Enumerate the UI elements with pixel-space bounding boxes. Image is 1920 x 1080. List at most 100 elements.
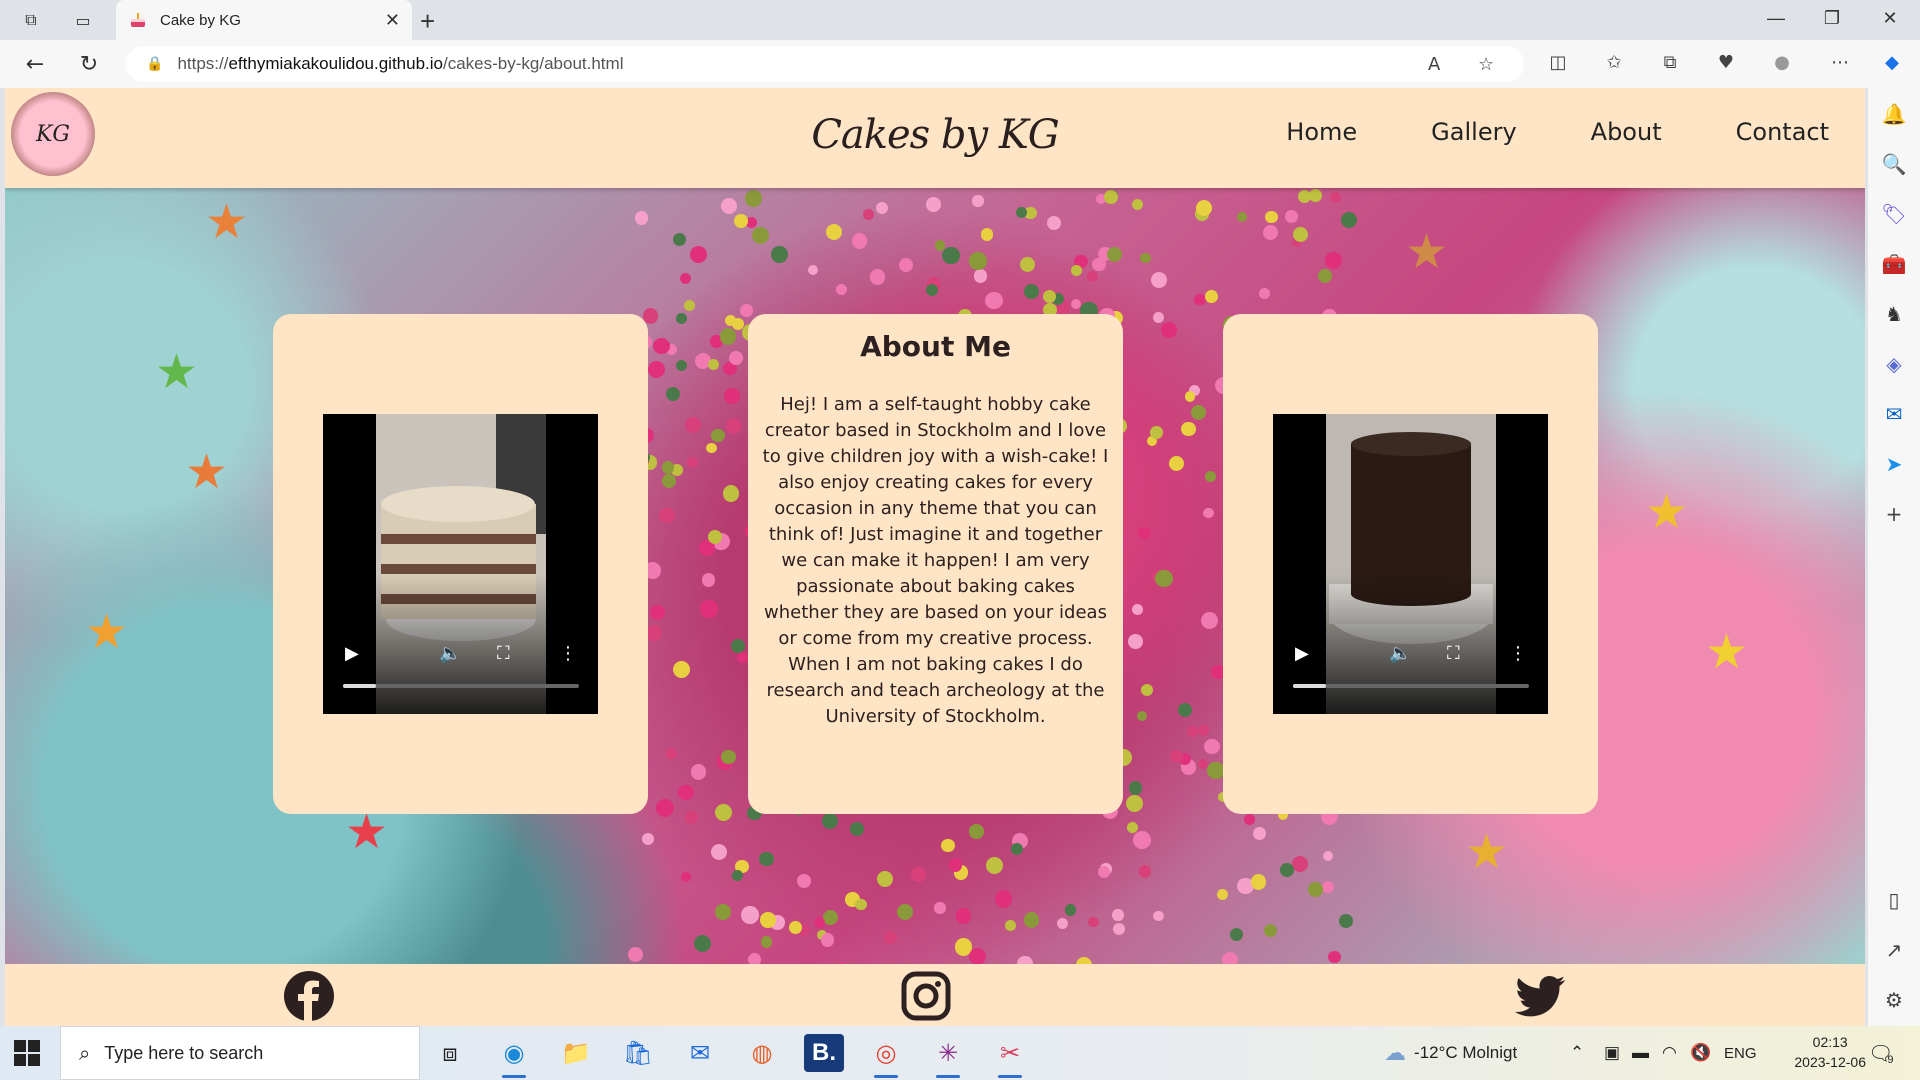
play-icon[interactable]: ▶ [345,643,359,664]
weather-widget[interactable]: ☁ -12°C Molnigt [1384,1026,1517,1080]
mail-icon[interactable]: ✉ [680,1034,720,1072]
firefox-icon[interactable]: ◍ [742,1034,782,1072]
split-screen-icon[interactable]: ◫ [1544,52,1572,78]
tray-device-icon[interactable]: ▣ [1604,1026,1620,1080]
taskbar-search[interactable]: ⌕ Type here to search [60,1026,420,1080]
mute-icon[interactable]: 🔈 [439,643,461,664]
sprinkle-dot [725,418,742,434]
sprinkle-dot [1204,470,1217,483]
address-bar[interactable]: 🔒 https://efthymiakakoulidou.github.io/c… [126,46,1524,82]
hide-sidebar-icon[interactable]: ▯ [1880,888,1908,916]
add-sidebar-app-icon[interactable]: + [1880,502,1908,530]
site-footer [5,964,1865,1026]
sprinkle-dot [746,217,758,228]
nav-gallery[interactable]: Gallery [1431,118,1516,146]
nav-home[interactable]: Home [1286,118,1357,146]
site-nav: Home Gallery About Contact [1286,118,1829,146]
snipping-tool-icon[interactable]: ✂ [990,1034,1030,1078]
tab-close-icon[interactable]: ✕ [385,10,400,31]
nav-contact[interactable]: Contact [1736,118,1829,146]
refresh-icon[interactable]: ↻ [74,50,104,78]
slack-icon[interactable]: ✳ [928,1034,968,1078]
settings-more-icon[interactable]: ⋯ [1826,52,1854,78]
sprinkle-dot [1317,269,1332,284]
sprinkle-dot [1285,210,1299,224]
battery-icon[interactable]: ▬ [1632,1026,1649,1080]
sprinkle-dot [823,909,839,925]
video-player-right[interactable]: ▶ 🔈 ⛶ ⋮ [1273,414,1548,714]
sprinkle-dot [1194,294,1206,306]
back-arrow-icon[interactable]: ← [20,50,50,78]
sprinkle-dot [672,233,686,247]
sprinkle-dot [897,903,914,920]
sprinkle-dot [1015,207,1027,219]
sprinkle-dot [656,799,674,817]
video-player-left[interactable]: ▶ 🔈 ⛶ ⋮ [323,414,598,714]
mute-icon[interactable]: 🔈 [1389,643,1411,664]
open-external-icon[interactable]: ↗ [1880,938,1908,966]
sprinkle-dot [666,748,678,760]
show-hidden-icons[interactable]: ⌃ [1570,1026,1584,1080]
notifications-bell-icon[interactable]: 🔔 [1880,102,1908,130]
sprinkle-dot [1180,421,1196,437]
wifi-icon[interactable]: ◠ [1662,1026,1677,1080]
nav-about[interactable]: About [1591,118,1662,146]
browser-essentials-icon[interactable]: ♥ [1712,52,1740,78]
file-explorer-icon[interactable]: 📁 [556,1034,596,1072]
office-icon[interactable]: ◈ [1880,352,1908,380]
notification-center-icon[interactable]: 🗨 9 [1868,1026,1894,1080]
favorite-star-icon[interactable]: ☆ [1478,46,1494,82]
minimize-button[interactable]: — [1756,8,1796,29]
sprinkle-dot [820,933,835,947]
new-tab-button[interactable]: + [420,6,435,37]
language-indicator[interactable]: ENG [1724,1026,1757,1080]
clock[interactable]: 02:13 2023-12-06 [1794,1032,1866,1072]
play-icon[interactable]: ▶ [1295,643,1309,664]
more-options-icon[interactable]: ⋮ [1509,643,1527,664]
tab-actions-icon[interactable]: ▭ [68,6,98,34]
fullscreen-icon[interactable]: ⛶ [1447,643,1460,664]
windows-start-icon[interactable] [14,1040,40,1066]
browser-tab[interactable]: Cake by KG ✕ [116,0,412,40]
chrome-icon[interactable]: ◎ [866,1034,906,1078]
sprinkle-dot [1322,851,1333,862]
sprinkle-dot [973,268,988,283]
sprinkle-dot [1292,226,1308,242]
instagram-icon[interactable] [900,970,952,1022]
sprinkle-dot [707,358,719,370]
booking-b-icon[interactable]: B. [804,1034,844,1072]
tools-briefcase-icon[interactable]: 🧰 [1880,252,1908,280]
drop-icon[interactable]: ➤ [1880,452,1908,480]
more-options-icon[interactable]: ⋮ [559,643,577,664]
sprinkle-dot [1259,288,1271,300]
video-progress-bar[interactable] [1293,684,1529,688]
sprinkle-dot [672,661,690,679]
sidebar-settings-icon[interactable]: ⚙ [1880,988,1908,1016]
close-window-button[interactable]: ✕ [1870,8,1910,29]
restore-button[interactable]: ❐ [1812,8,1852,29]
store-icon[interactable]: 🛍 [618,1034,658,1072]
sprinkle-dot [1138,864,1152,878]
outlook-icon[interactable]: ✉ [1880,402,1908,430]
sprinkle-dot [685,811,699,825]
sprinkle-dot [1265,211,1278,224]
sprinkle-dot [1128,781,1143,796]
facebook-icon[interactable] [283,970,335,1022]
copilot-icon[interactable]: ◆ [1878,52,1906,78]
workspaces-icon[interactable]: ⧉ [16,6,46,34]
fullscreen-icon[interactable]: ⛶ [497,643,510,664]
sprinkle-dot [706,442,717,454]
read-aloud-icon[interactable]: A [1428,46,1440,82]
task-view-icon[interactable]: ⧈ [430,1034,470,1072]
search-icon[interactable]: 🔍 [1880,152,1908,180]
profile-avatar-icon[interactable]: ● [1768,52,1796,78]
collections-icon[interactable]: ⧉ [1656,52,1684,78]
twitter-icon[interactable] [1515,970,1567,1022]
edge-browser-icon[interactable]: ◉ [494,1034,534,1078]
video-progress-bar[interactable] [343,684,579,688]
volume-muted-icon[interactable]: 🔇 [1690,1026,1711,1080]
sprinkle-dot [1236,212,1247,223]
favorites-icon[interactable]: ✩ [1600,52,1628,78]
shopping-tag-icon[interactable]: 🏷 [1880,202,1908,230]
games-icon[interactable]: ♞ [1880,302,1908,330]
